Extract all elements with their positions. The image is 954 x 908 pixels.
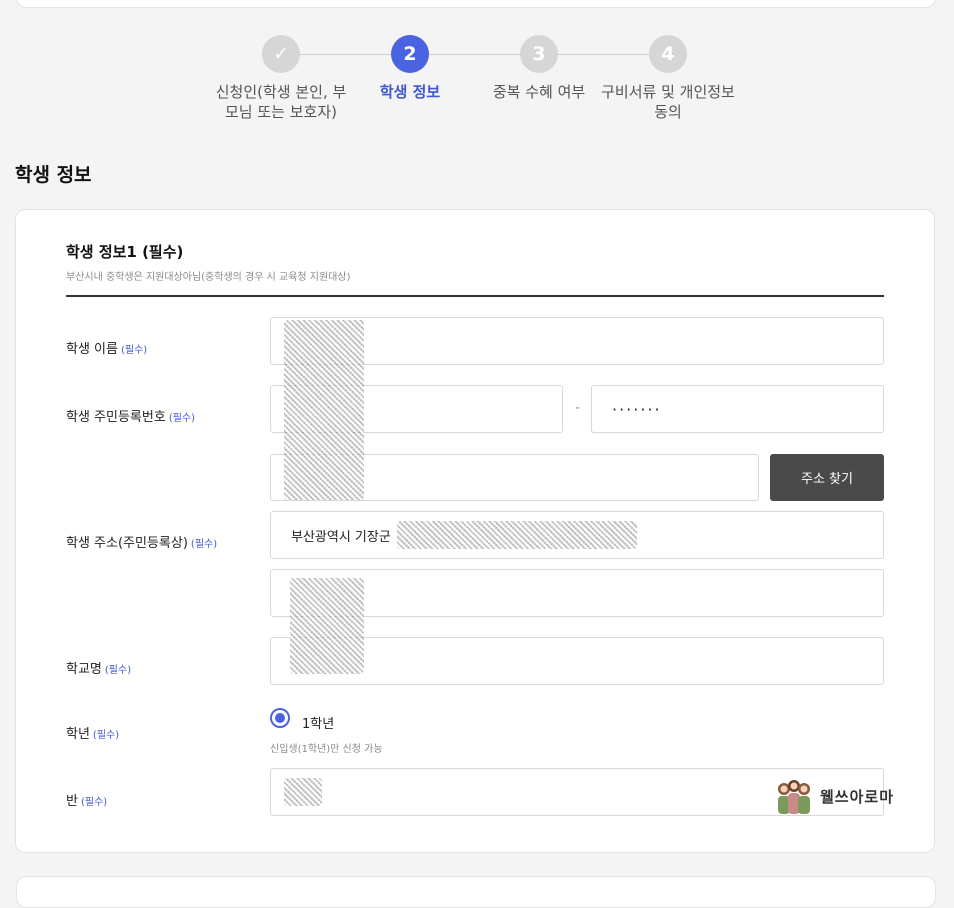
student-rrn-label: 학생 주민등록번호 (필수): [66, 410, 196, 425]
required-tag: (필수): [80, 797, 108, 808]
step-4-label: 구비서류 및 개인정보 동의: [601, 83, 735, 121]
step-2-label: 학생 정보: [379, 83, 441, 101]
watermark-text: 웰쓰아로마: [820, 787, 895, 806]
step-connector: [429, 54, 520, 55]
school-name-label: 학교명 (필수): [66, 662, 132, 677]
grade-1-radio[interactable]: [270, 708, 290, 728]
grade-1-radio-label[interactable]: 1학년: [302, 713, 334, 732]
step-2-circle[interactable]: 2: [391, 35, 429, 73]
redacted-area: [284, 320, 364, 500]
grade-label: 학년 (필수): [66, 727, 120, 742]
rrn-separator: -: [575, 400, 581, 416]
step-1-check-icon[interactable]: ✓: [262, 35, 300, 73]
redacted-area: [290, 578, 364, 674]
step-3-label: 중복 수혜 여부: [492, 83, 586, 101]
required-tag: (필수): [104, 665, 132, 676]
card-title: 학생 정보1 (필수): [66, 243, 184, 261]
page-title: 학생 정보: [15, 164, 92, 186]
grade-note: 신입생(1학년)만 신청 가능: [270, 744, 383, 755]
required-tag: (필수): [168, 413, 196, 424]
required-tag: (필수): [120, 345, 148, 356]
watermark: 웰쓰아로마: [774, 772, 914, 820]
step-4-circle[interactable]: 4: [649, 35, 687, 73]
radio-selected-dot: [275, 713, 285, 723]
step-connector: [558, 54, 649, 55]
student-address-label: 학생 주소(주민등록상) (필수): [66, 536, 218, 551]
required-tag: (필수): [92, 730, 120, 741]
required-tag: (필수): [190, 539, 218, 550]
divider: [66, 295, 884, 297]
student-info-card: 학생 정보1 (필수) 부산시내 중학생은 지원대상아님(중학생의 경우 시 교…: [15, 209, 935, 853]
progress-stepper: ✓ 2 3 4 신청인(학생 본인, 부모님 또는 보호자) 학생 정보 중복 …: [0, 0, 954, 130]
card-subtitle: 부산시내 중학생은 지원대상아님(중학생의 경우 시 교육청 지원대상): [66, 272, 351, 283]
step-connector: [299, 54, 391, 55]
three-women-icon: [774, 776, 814, 816]
address-search-button[interactable]: 주소 찾기: [770, 454, 884, 501]
student-name-label: 학생 이름 (필수): [66, 342, 148, 357]
rrn-back-input[interactable]: ·······: [591, 385, 884, 433]
next-card-edge: [16, 876, 936, 908]
class-label: 반 (필수): [66, 794, 108, 809]
step-1-label: 신청인(학생 본인, 부모님 또는 보호자): [215, 83, 347, 121]
step-3-circle[interactable]: 3: [520, 35, 558, 73]
address-main-value: 부산광역시 기장군: [291, 529, 391, 545]
redacted-area: [397, 521, 637, 549]
redacted-area: [284, 778, 322, 806]
